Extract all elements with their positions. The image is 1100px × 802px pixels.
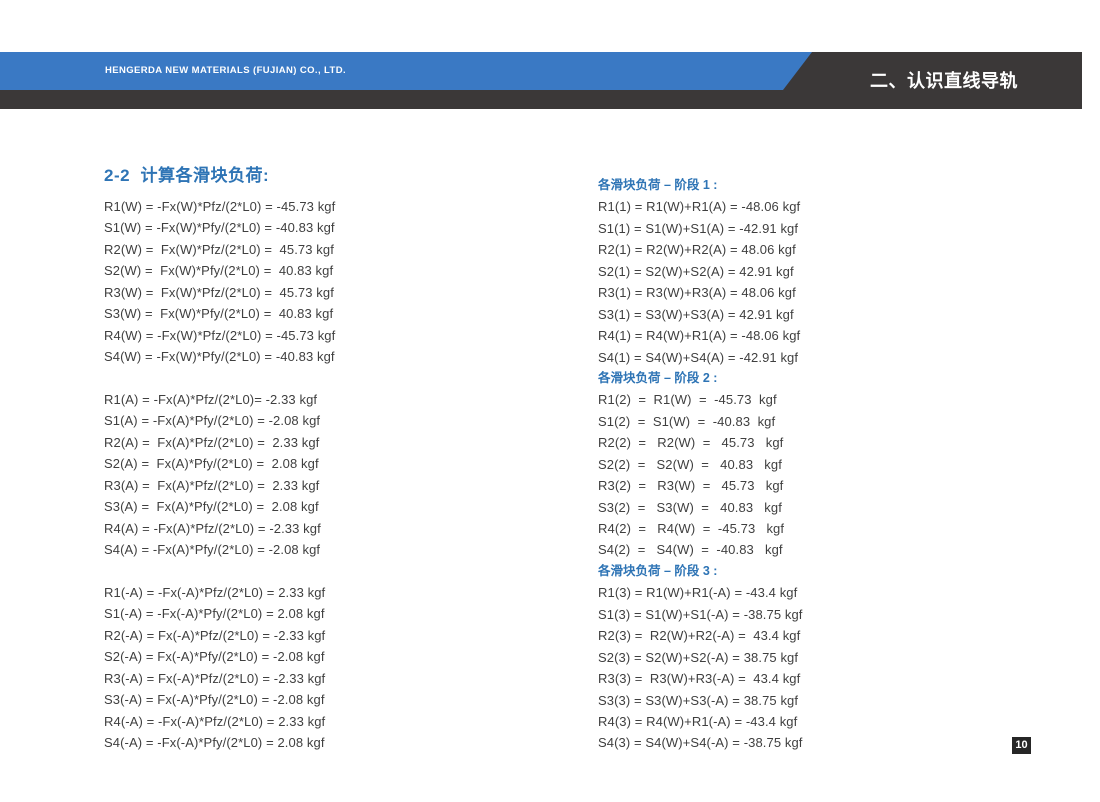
formula-line: S4(2) = S4(W) = -40.83 kgf — [598, 539, 803, 560]
block-gap — [104, 368, 335, 389]
formula-line: R4(3) = R4(W)+R1(-A) = -43.4 kgf — [598, 711, 803, 732]
formula-line: R4(W) = -Fx(W)*Pfz/(2*L0) = -45.73 kgf — [104, 325, 335, 346]
formula-line: S1(-A) = -Fx(-A)*Pfy/(2*L0) = 2.08 kgf — [104, 603, 335, 624]
formula-line: S2(-A) = Fx(-A)*Pfy/(2*L0) = -2.08 kgf — [104, 646, 335, 667]
formula-line: R1(1) = R1(W)+R1(A) = -48.06 kgf — [598, 196, 803, 217]
formula-line: R2(-A) = Fx(-A)*Pfz/(2*L0) = -2.33 kgf — [104, 625, 335, 646]
formula-line: R1(-A) = -Fx(-A)*Pfz/(2*L0) = 2.33 kgf — [104, 582, 335, 603]
page-number-badge: 10 — [1012, 737, 1031, 754]
formula-line: S2(A) = Fx(A)*Pfy/(2*L0) = 2.08 kgf — [104, 453, 335, 474]
stage-1-heading: 各滑块负荷 – 阶段 1 : — [598, 175, 803, 196]
formula-line: R2(W) = Fx(W)*Pfz/(2*L0) = 45.73 kgf — [104, 239, 335, 260]
formula-line: R4(2) = R4(W) = -45.73 kgf — [598, 518, 803, 539]
formula-line: R4(A) = -Fx(A)*Pfz/(2*L0) = -2.33 kgf — [104, 518, 335, 539]
stage-3-heading: 各滑块负荷 – 阶段 3 : — [598, 561, 803, 582]
header-band: HENGERDA NEW MATERIALS (FUJIAN) CO., LTD… — [0, 52, 1082, 109]
formula-line: S3(3) = S3(W)+S3(-A) = 38.75 kgf — [598, 690, 803, 711]
formula-line: S2(2) = S2(W) = 40.83 kgf — [598, 454, 803, 475]
formula-line: R3(2) = R3(W) = 45.73 kgf — [598, 475, 803, 496]
formula-line: R3(W) = Fx(W)*Pfz/(2*L0) = 45.73 kgf — [104, 282, 335, 303]
formula-line: S1(2) = S1(W) = -40.83 kgf — [598, 411, 803, 432]
section-title: 二、认识直线导轨 — [870, 52, 1018, 109]
formula-column-left: R1(W) = -Fx(W)*Pfz/(2*L0) = -45.73 kgf S… — [104, 196, 335, 753]
formula-line: S3(W) = Fx(W)*Pfy/(2*L0) = 40.83 kgf — [104, 303, 335, 324]
formula-line: S1(W) = -Fx(W)*Pfy/(2*L0) = -40.83 kgf — [104, 217, 335, 238]
formula-line: S4(3) = S4(W)+S4(-A) = -38.75 kgf — [598, 732, 803, 753]
formula-line: S3(A) = Fx(A)*Pfy/(2*L0) = 2.08 kgf — [104, 496, 335, 517]
formula-line: S4(W) = -Fx(W)*Pfy/(2*L0) = -40.83 kgf — [104, 346, 335, 367]
formula-line: S3(1) = S3(W)+S3(A) = 42.91 kgf — [598, 304, 803, 325]
formula-line: R1(2) = R1(W) = -45.73 kgf — [598, 389, 803, 410]
formula-line: S4(1) = S4(W)+S4(A) = -42.91 kgf — [598, 347, 803, 368]
slide: HENGERDA NEW MATERIALS (FUJIAN) CO., LTD… — [0, 0, 1100, 802]
formula-line: R4(1) = R4(W)+R1(A) = -48.06 kgf — [598, 325, 803, 346]
formula-line: S4(A) = -Fx(A)*Pfy/(2*L0) = -2.08 kgf — [104, 539, 335, 560]
formula-line: R3(3) = R3(W)+R3(-A) = 43.4 kgf — [598, 668, 803, 689]
formula-line: R3(-A) = Fx(-A)*Pfz/(2*L0) = -2.33 kgf — [104, 668, 335, 689]
formula-line: S1(A) = -Fx(A)*Pfy/(2*L0) = -2.08 kgf — [104, 410, 335, 431]
formula-line: S3(-A) = Fx(-A)*Pfy/(2*L0) = -2.08 kgf — [104, 689, 335, 710]
formula-line: S4(-A) = -Fx(-A)*Pfy/(2*L0) = 2.08 kgf — [104, 732, 335, 753]
company-banner: HENGERDA NEW MATERIALS (FUJIAN) CO., LTD… — [0, 52, 812, 90]
formula-line: S1(3) = S1(W)+S1(-A) = -38.75 kgf — [598, 604, 803, 625]
block-gap — [104, 560, 335, 581]
formula-line: R4(-A) = -Fx(-A)*Pfz/(2*L0) = 2.33 kgf — [104, 711, 335, 732]
page-title: 2-2 计算各滑块负荷: — [104, 161, 269, 186]
formula-line: R1(A) = -Fx(A)*Pfz/(2*L0)= -2.33 kgf — [104, 389, 335, 410]
formula-line: R2(3) = R2(W)+R2(-A) = 43.4 kgf — [598, 625, 803, 646]
formula-line: S2(W) = Fx(W)*Pfy/(2*L0) = 40.83 kgf — [104, 260, 335, 281]
formula-line: S2(3) = S2(W)+S2(-A) = 38.75 kgf — [598, 647, 803, 668]
formula-line: S1(1) = S1(W)+S1(A) = -42.91 kgf — [598, 218, 803, 239]
formula-line: R2(1) = R2(W)+R2(A) = 48.06 kgf — [598, 239, 803, 260]
formula-line: R2(A) = Fx(A)*Pfz/(2*L0) = 2.33 kgf — [104, 432, 335, 453]
formula-column-right: 各滑块负荷 – 阶段 1 : R1(1) = R1(W)+R1(A) = -48… — [598, 175, 803, 754]
formula-line: S3(2) = S3(W) = 40.83 kgf — [598, 497, 803, 518]
stage-2-heading: 各滑块负荷 – 阶段 2 : — [598, 368, 803, 389]
formula-line: R3(A) = Fx(A)*Pfz/(2*L0) = 2.33 kgf — [104, 475, 335, 496]
formula-line: S2(1) = S2(W)+S2(A) = 42.91 kgf — [598, 261, 803, 282]
formula-line: R1(W) = -Fx(W)*Pfz/(2*L0) = -45.73 kgf — [104, 196, 335, 217]
company-name: HENGERDA NEW MATERIALS (FUJIAN) CO., LTD… — [105, 52, 346, 90]
formula-line: R3(1) = R3(W)+R3(A) = 48.06 kgf — [598, 282, 803, 303]
formula-line: R1(3) = R1(W)+R1(-A) = -43.4 kgf — [598, 582, 803, 603]
formula-line: R2(2) = R2(W) = 45.73 kgf — [598, 432, 803, 453]
